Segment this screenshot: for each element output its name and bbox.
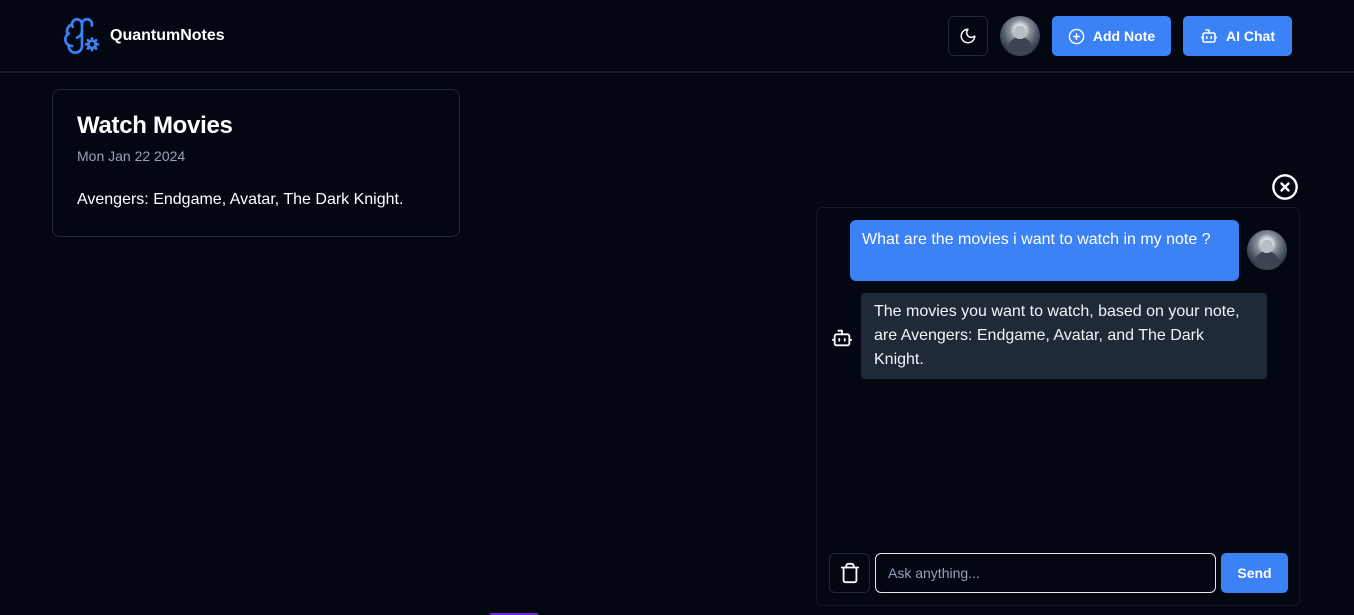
chat-input[interactable] (875, 553, 1216, 593)
top-navbar: QuantumNotes Add Note AI Chat (0, 0, 1354, 73)
clear-chat-button[interactable] (829, 553, 870, 593)
close-circle-icon (1272, 174, 1298, 200)
send-button[interactable]: Send (1221, 553, 1288, 593)
plus-circle-icon (1068, 28, 1085, 44)
brain-gear-icon (64, 17, 100, 54)
user-avatar[interactable] (1000, 16, 1040, 56)
add-note-label: Add Note (1092, 28, 1156, 44)
brand-name: QuantumNotes (110, 27, 225, 44)
ai-chat-panel: What are the movies i want to watch in m… (816, 207, 1300, 606)
note-title: Watch Movies (77, 112, 233, 139)
ai-chat-label: AI Chat (1226, 28, 1275, 44)
logo[interactable]: QuantumNotes (62, 16, 225, 56)
moon-icon (960, 28, 976, 44)
close-chat-button[interactable] (1271, 173, 1299, 201)
user-message-avatar (1247, 230, 1287, 270)
bot-icon (831, 329, 853, 347)
note-card[interactable]: Watch Movies Mon Jan 22 2024 Avengers: E… (52, 89, 460, 237)
ai-chat-button[interactable]: AI Chat (1183, 16, 1292, 56)
note-date: Mon Jan 22 2024 (77, 148, 186, 164)
trash-icon (840, 562, 859, 584)
user-message: What are the movies i want to watch in m… (850, 220, 1239, 281)
bot-icon (1200, 29, 1218, 43)
note-content: Avengers: Endgame, Avatar, The Dark Knig… (77, 191, 404, 208)
assistant-message: The movies you want to watch, based on y… (861, 293, 1267, 379)
theme-toggle-button[interactable] (948, 16, 988, 56)
add-note-button[interactable]: Add Note (1052, 16, 1171, 56)
